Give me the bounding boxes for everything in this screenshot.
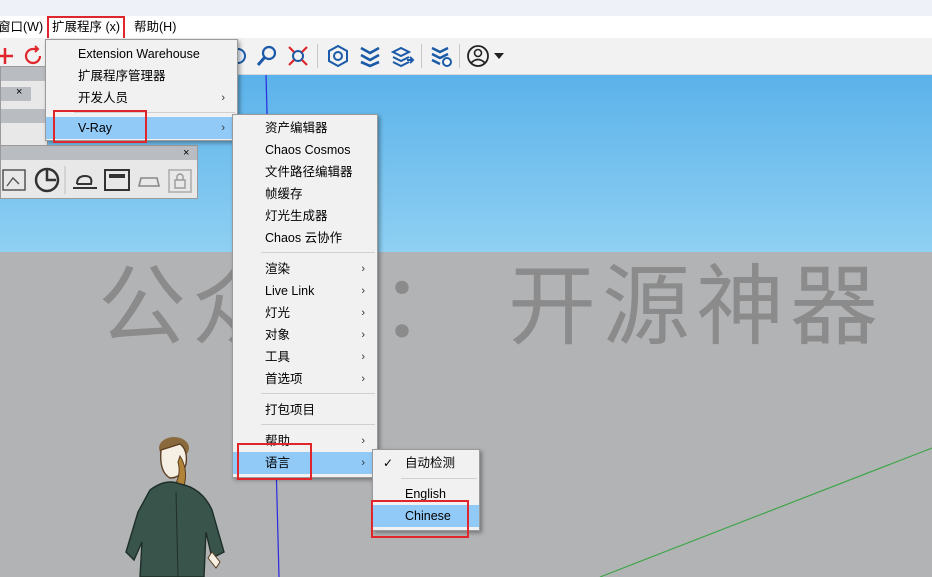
- menu-item-label: 打包项目: [265, 403, 316, 417]
- menu-item-label: 文件路径编辑器: [265, 165, 353, 179]
- menu-item-lights[interactable]: 灯光 ›: [233, 302, 377, 324]
- menu-item-label: 工具: [265, 350, 291, 364]
- menu-item-tools[interactable]: 工具 ›: [233, 346, 377, 368]
- menu-separator: [261, 393, 375, 394]
- chevron-right-icon: ›: [361, 351, 365, 363]
- chevron-right-icon: ›: [221, 92, 225, 104]
- vray-toolbar-panel: ×: [0, 145, 198, 199]
- vray-logo-icon[interactable]: [357, 42, 383, 70]
- panel-header: [1, 67, 47, 81]
- menu-item-frame-buffer[interactable]: 帧缓存: [233, 183, 377, 205]
- menu-separator: [401, 478, 477, 479]
- menu-item-label: 自动检测: [405, 456, 456, 470]
- menu-item-extension-manager[interactable]: 扩展程序管理器: [46, 65, 237, 87]
- menu-item-objects[interactable]: 对象 ›: [233, 324, 377, 346]
- vray-settings-icon[interactable]: [428, 42, 454, 70]
- menu-item-asset-editor[interactable]: 资产编辑器: [233, 117, 377, 139]
- vray-tool-icons: [2, 166, 192, 194]
- menu-item-label: 灯光生成器: [265, 209, 328, 223]
- menu-window[interactable]: 窗口(W): [0, 16, 47, 38]
- annotation-box-vray: [53, 110, 147, 143]
- vray-render-icon[interactable]: [325, 42, 351, 70]
- menu-item-pack-project[interactable]: 打包项目: [233, 399, 377, 421]
- menu-item-label: Chaos 云协作: [265, 231, 343, 245]
- panel-header: [1, 109, 47, 123]
- menu-item-label: 扩展程序管理器: [78, 69, 166, 83]
- menu-item-label: 对象: [265, 328, 291, 342]
- close-icon[interactable]: ×: [183, 146, 189, 160]
- menu-item-label: 灯光: [265, 306, 291, 320]
- menu-item-label: 首选项: [265, 372, 303, 386]
- chevron-right-icon: ›: [361, 373, 365, 385]
- menu-item-extension-warehouse[interactable]: Extension Warehouse: [46, 43, 237, 65]
- menu-item-label: 帧缓存: [265, 187, 303, 201]
- chevron-right-icon: ›: [361, 435, 365, 447]
- window-titlebar: [0, 0, 932, 16]
- chevron-down-icon[interactable]: [494, 53, 504, 59]
- toolbar-separator: [459, 44, 460, 68]
- scale-figure: [125, 437, 225, 577]
- menu-item-developer[interactable]: 开发人员 ›: [46, 87, 237, 109]
- menu-item-label: 开发人员: [78, 91, 129, 105]
- menubar: 窗口(W) 扩展程序 (x) 帮助(H): [0, 16, 932, 42]
- check-icon: ✓: [383, 456, 394, 470]
- menu-item-label: Extension Warehouse: [78, 47, 200, 61]
- menu-item-auto-detect[interactable]: ✓ 自动检测: [373, 452, 479, 474]
- annotation-box-chinese: [371, 500, 469, 538]
- chevron-right-icon: ›: [361, 263, 365, 275]
- toolbar-separator: [421, 44, 422, 68]
- chevron-right-icon: ›: [361, 329, 365, 341]
- zoom-extents-icon[interactable]: [285, 42, 311, 70]
- chevron-right-icon: ›: [361, 285, 365, 297]
- watermark-text: 公众号： 开源神器: [98, 255, 884, 358]
- toolbar-separator: [317, 44, 318, 68]
- menu-item-label: 资产编辑器: [265, 121, 328, 135]
- annotation-box-language: [237, 443, 312, 480]
- vray-layers-icon[interactable]: [390, 42, 416, 70]
- chevron-right-icon: ›: [361, 307, 365, 319]
- menu-item-live-link[interactable]: Live Link ›: [233, 280, 377, 302]
- menu-item-light-gen[interactable]: 灯光生成器: [233, 205, 377, 227]
- menu-item-label: 渲染: [265, 262, 291, 276]
- menu-item-render[interactable]: 渲染 ›: [233, 258, 377, 280]
- menu-item-chaos-cosmos[interactable]: Chaos Cosmos: [233, 139, 377, 161]
- menu-help[interactable]: 帮助(H): [130, 16, 180, 38]
- account-icon[interactable]: [465, 42, 491, 70]
- menu-separator: [261, 252, 375, 253]
- menu-item-preferences[interactable]: 首选项 ›: [233, 368, 377, 390]
- menu-separator: [261, 424, 375, 425]
- vray-submenu: 资产编辑器 Chaos Cosmos 文件路径编辑器 帧缓存 灯光生成器 Cha…: [232, 114, 378, 478]
- zoom-icon[interactable]: [254, 42, 280, 70]
- menu-item-label: Live Link: [265, 284, 315, 298]
- panel-header: [1, 146, 197, 160]
- chevron-right-icon: ›: [221, 122, 225, 134]
- menu-item-file-path-editor[interactable]: 文件路径编辑器: [233, 161, 377, 183]
- chevron-right-icon: ›: [361, 457, 365, 469]
- close-icon[interactable]: ×: [16, 86, 22, 98]
- menu-item-chaos-cloud[interactable]: Chaos 云协作: [233, 227, 377, 249]
- menu-item-label: Chaos Cosmos: [265, 143, 351, 157]
